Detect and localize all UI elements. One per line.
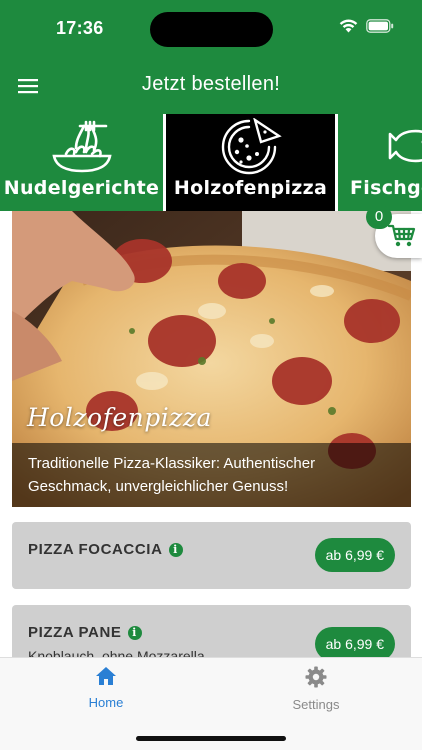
info-icon[interactable]: i (168, 543, 183, 557)
app-header: 17:36 Jetzt bestellen! (0, 0, 422, 114)
category-holzofenpizza[interactable]: Holzofenpizza (166, 114, 335, 211)
info-icon[interactable]: i (127, 626, 142, 640)
tab-home[interactable]: Home (66, 666, 146, 710)
page-title: Jetzt bestellen! (141, 73, 281, 95)
cart-count-badge: 0 (366, 205, 392, 229)
tab-label: Home (88, 695, 124, 710)
wifi-icon (339, 19, 358, 33)
product-name-row: PIZZA PANE i (28, 624, 142, 641)
category-label: Nudelgerichte (3, 177, 160, 199)
category-label: Holzofenpizza (173, 177, 328, 199)
product-name-row: PIZZA FOCACCIA i (28, 541, 183, 558)
hero-title: Holzofenpizza (27, 403, 212, 432)
content-scroll[interactable]: Holzofenpizza Traditionelle Pizza-Klassi… (0, 211, 422, 657)
product-card[interactable]: PIZZA PANE i Knoblauch, ohne Mozzarella a… (12, 605, 411, 657)
status-time: 17:36 (56, 18, 104, 38)
dynamic-island (150, 12, 273, 47)
tab-label: Settings (292, 697, 340, 712)
app-screen: 17:36 Jetzt bestellen! Nudelgerichte Hol… (0, 0, 422, 750)
price-button[interactable]: ab 6,99 € (314, 538, 395, 572)
gear-icon (305, 666, 327, 688)
fish-icon (388, 129, 422, 163)
category-strip[interactable]: Nudelgerichte Holzofenpizza Fischg (0, 114, 422, 211)
product-name: PIZZA PANE (28, 624, 122, 641)
product-description: Knoblauch, ohne Mozzarella (28, 648, 205, 657)
battery-icon (366, 19, 394, 33)
product-card[interactable]: PIZZA FOCACCIA i ab 6,99 € (12, 522, 411, 589)
status-icons (339, 19, 394, 33)
home-icon (96, 667, 116, 685)
category-fisch[interactable]: Fischge (338, 114, 422, 211)
hero-banner: Holzofenpizza Traditionelle Pizza-Klassi… (12, 211, 411, 507)
category-nudelgerichte[interactable]: Nudelgerichte (0, 114, 163, 211)
tab-settings[interactable]: Settings (276, 666, 356, 712)
hero-description-box: Traditionelle Pizza-Klassiker: Authentis… (12, 443, 411, 507)
pizza-icon (221, 118, 282, 175)
product-name: PIZZA FOCACCIA (28, 541, 163, 558)
pasta-icon (51, 120, 112, 173)
category-label: Fischge (350, 177, 422, 199)
price-button[interactable]: ab 6,99 € (314, 627, 395, 657)
hero-description: Traditionelle Pizza-Klassiker: Authentis… (28, 455, 316, 495)
home-indicator (136, 736, 286, 741)
shopping-cart-icon (388, 224, 416, 247)
